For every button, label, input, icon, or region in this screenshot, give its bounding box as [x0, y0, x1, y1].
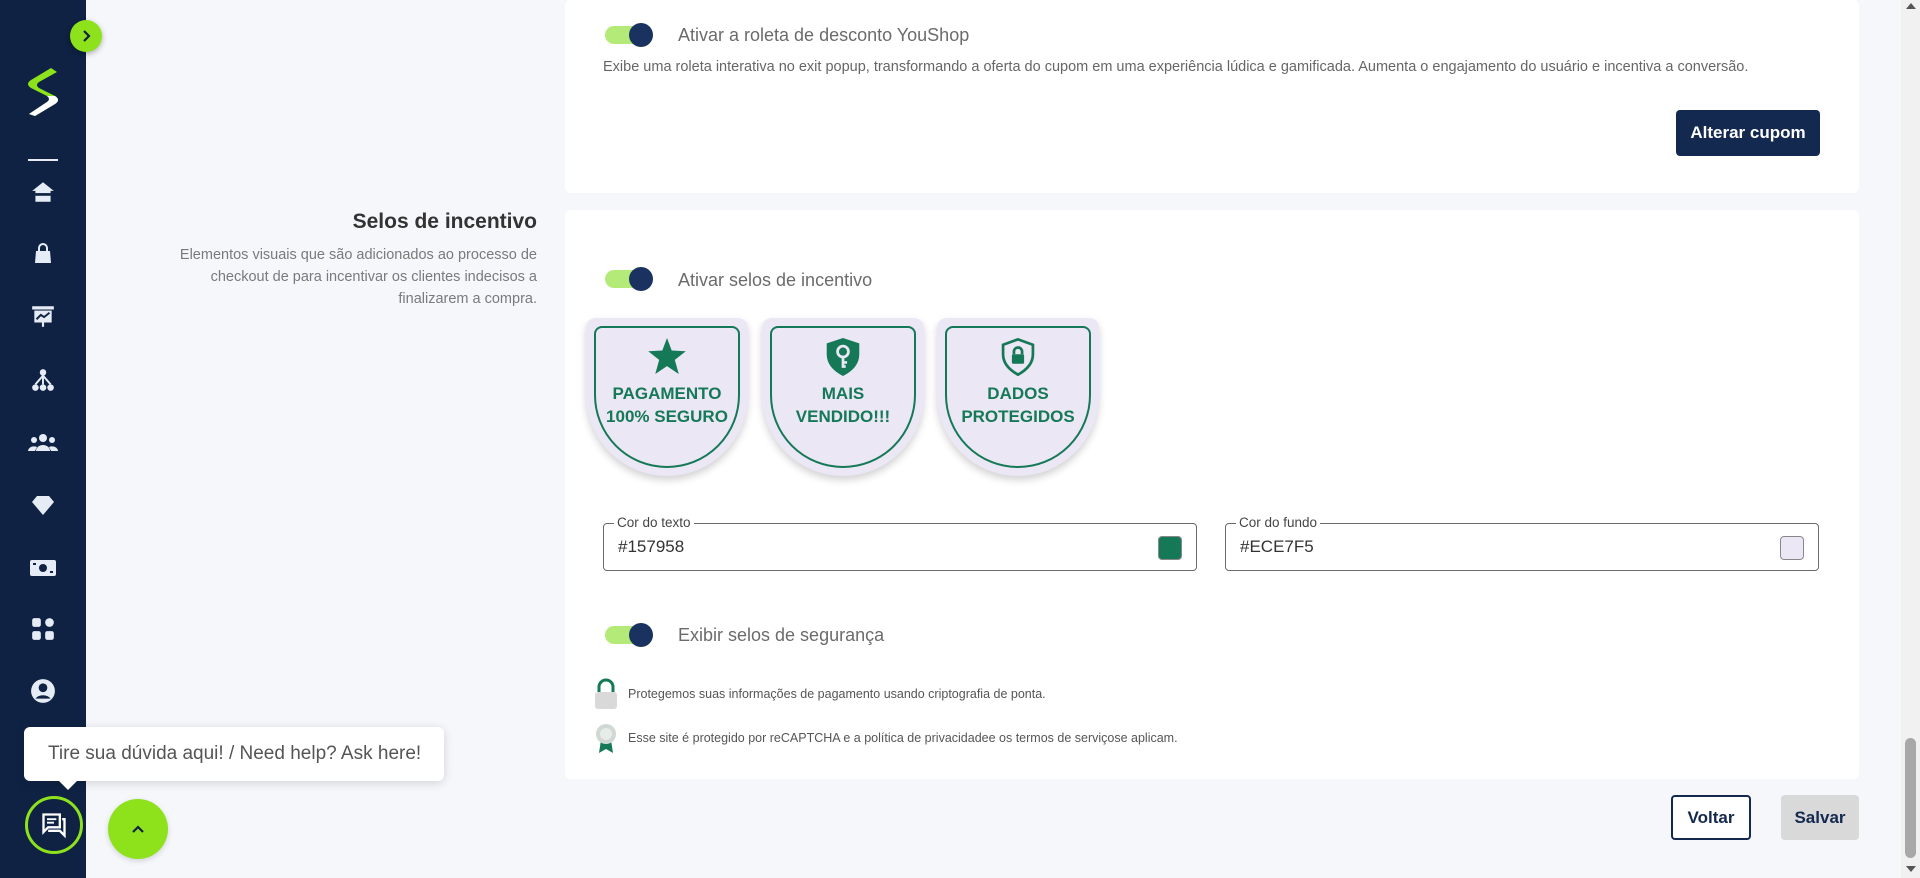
- salvar-button[interactable]: Salvar: [1781, 795, 1859, 840]
- diamond-icon[interactable]: [27, 489, 59, 521]
- chat-icon: [42, 813, 66, 839]
- apps-icon[interactable]: [27, 613, 59, 645]
- security-line-text: Esse site é protegido por reCAPTCHA e a …: [628, 731, 1178, 745]
- star-icon: [586, 338, 748, 374]
- selos-section-description: Elementos visuais que são adicionados ao…: [179, 247, 537, 307]
- roleta-toggle-label: Ativar a roleta de desconto YouShop: [678, 25, 970, 45]
- home-icon[interactable]: [27, 176, 59, 208]
- scroll-thumb[interactable]: [1905, 738, 1916, 858]
- shield-key-icon: [762, 338, 924, 376]
- scroll-down-icon[interactable]: [1906, 866, 1916, 872]
- chat-button[interactable]: [25, 796, 83, 854]
- bg-color-swatch[interactable]: [1780, 536, 1804, 560]
- security-line-text: Protegemos suas informações de pagamento…: [628, 687, 1046, 701]
- scroll-to-top-button[interactable]: [108, 799, 168, 859]
- seguranca-toggle[interactable]: [605, 623, 653, 647]
- chevron-right-icon: [83, 30, 91, 42]
- page-scrollbar[interactable]: [1901, 0, 1920, 878]
- text-color-label: Cor do texto: [614, 515, 694, 530]
- badge-dados-protegidos[interactable]: DADOS PROTEGIDOS: [937, 318, 1099, 476]
- account-icon[interactable]: [27, 675, 59, 707]
- badge-line-2: 100% SEGURO: [606, 407, 728, 426]
- text-color-field[interactable]: Cor do texto #157958: [603, 515, 1197, 571]
- shield-lock-icon: [937, 338, 1099, 376]
- badge-line-1: MAIS: [821, 384, 865, 403]
- bg-color-value: #ECE7F5: [1240, 537, 1314, 556]
- roleta-description: Exibe uma roleta interativa no exit popu…: [603, 59, 1749, 75]
- text-color-value: #157958: [618, 537, 685, 556]
- selos-section-title: Selos de incentivo: [352, 210, 537, 233]
- badge-line-1: PAGAMENTO: [612, 384, 722, 403]
- bg-color-label: Cor do fundo: [1236, 515, 1321, 530]
- bg-color-field[interactable]: Cor do fundo #ECE7F5: [1225, 515, 1819, 571]
- chevron-up-icon: [132, 825, 144, 833]
- award-ribbon-icon: [592, 722, 620, 754]
- bag-icon[interactable]: [27, 238, 59, 270]
- badge-mais-vendido[interactable]: MAIS VENDIDO!!!: [762, 318, 924, 476]
- selos-toggle[interactable]: [605, 267, 653, 291]
- text-color-swatch[interactable]: [1158, 536, 1182, 560]
- presentation-chart-icon[interactable]: [27, 300, 59, 332]
- security-line-recaptcha: Esse site é protegido por reCAPTCHA e a …: [592, 722, 1178, 754]
- help-tooltip[interactable]: Tire sua dúvida aqui! / Need help? Ask h…: [24, 727, 444, 790]
- badge-line-2: PROTEGIDOS: [961, 407, 1075, 426]
- badge-line-2: VENDIDO!!!: [795, 407, 891, 426]
- voltar-button[interactable]: Voltar: [1671, 795, 1751, 840]
- roleta-toggle[interactable]: [605, 23, 653, 47]
- alterar-cupom-button[interactable]: Alterar cupom: [1676, 110, 1820, 156]
- padlock-icon: [592, 678, 620, 710]
- sidebar-divider: [28, 159, 58, 161]
- roleta-card: Ativar a roleta de desconto YouShop Exib…: [565, 0, 1859, 193]
- badge-pagamento-seguro[interactable]: PAGAMENTO 100% SEGURO: [586, 318, 748, 476]
- users-icon[interactable]: [27, 427, 59, 459]
- seguranca-toggle-label: Exibir selos de segurança: [678, 625, 885, 645]
- selos-toggle-label: Ativar selos de incentivo: [678, 270, 873, 290]
- security-line-encryption: Protegemos suas informações de pagamento…: [592, 678, 1046, 710]
- money-icon[interactable]: [27, 552, 59, 584]
- brand-logo[interactable]: [21, 66, 65, 118]
- network-icon[interactable]: [27, 364, 59, 396]
- sidebar-expand-button[interactable]: [70, 20, 102, 52]
- scroll-up-icon[interactable]: [1906, 3, 1916, 9]
- badge-line-1: DADOS: [987, 384, 1049, 403]
